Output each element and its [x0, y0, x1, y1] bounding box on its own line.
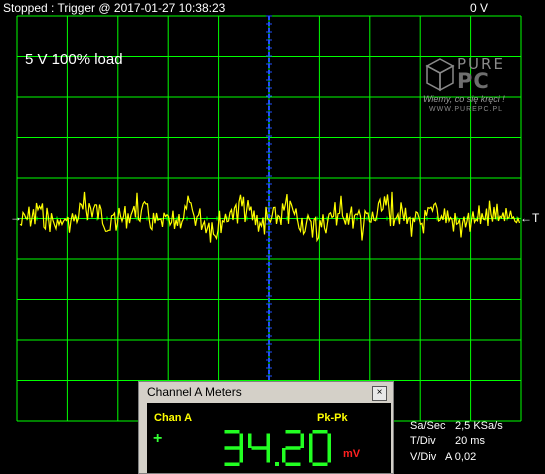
digit-segment [224, 430, 240, 434]
time-div-value: 20 ms [455, 435, 485, 447]
sample-rate-label: Sa/Sec [410, 420, 446, 432]
decimal-point [275, 462, 279, 466]
meter-unit: mV [343, 448, 361, 460]
meter-value [224, 430, 331, 466]
digit-segment [251, 446, 267, 450]
digit-segment [327, 433, 331, 448]
measurement-mode: Pk-Pk [317, 412, 348, 424]
sign-indicator: + [153, 430, 163, 447]
sample-rate-value: 2,5 KSa/s [455, 420, 503, 432]
digit-segment [282, 448, 286, 463]
volt-div-label: V/Div [410, 451, 437, 463]
meters-window-title: Channel A Meters [147, 385, 242, 399]
close-button[interactable]: × [372, 386, 387, 401]
logo-tagline: Wiemy, co się kręci ! [423, 94, 505, 104]
digit-segment [239, 433, 243, 448]
trigger-marker[interactable]: ←T [520, 211, 539, 225]
waveform-annotation: 5 V 100% load [25, 51, 123, 68]
digit-segment [248, 433, 252, 448]
purepc-logo: PURE PC Wiemy, co się kręci ! WWW.PUREPC… [423, 55, 518, 125]
cube-icon [425, 58, 455, 92]
status-text: Stopped : Trigger @ 2017-01-27 10:38:23 [3, 1, 226, 15]
digit-segment [300, 433, 304, 448]
digit-segment [327, 448, 331, 463]
digit-segment [312, 462, 328, 466]
digit-segment [239, 448, 243, 463]
digit-segment [285, 446, 301, 450]
meter-display: Chan A Pk-Pk + mV [147, 403, 391, 473]
volt-div-value: A 0,02 [445, 451, 477, 463]
time-div-label: T/Div [410, 435, 436, 447]
digit-segment [224, 446, 240, 450]
digit-segment [285, 430, 301, 434]
logo-url: WWW.PUREPC.PL [429, 106, 504, 113]
digit-segment [312, 430, 328, 434]
digit-segment [266, 433, 270, 448]
channel-meters-window[interactable]: Channel A Meters × Chan A Pk-Pk + mV [138, 381, 394, 474]
channel-label: Chan A [154, 412, 193, 424]
trigger-level-readout: 0 V [470, 1, 489, 15]
digit-segment [266, 448, 270, 463]
digit-segment [309, 433, 313, 448]
digit-segment [224, 462, 240, 466]
logo-text-pc: PC [457, 69, 490, 93]
digit-segment [285, 462, 301, 466]
digit-segment [309, 448, 313, 463]
channel-offset-marker[interactable]: → [10, 210, 22, 224]
